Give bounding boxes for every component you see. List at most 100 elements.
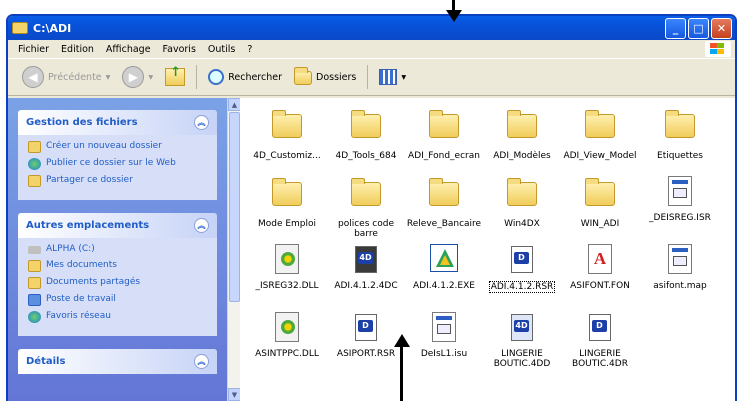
toolbar: ◀ Précédente ▾ ▶ ▾ ↑ Rechercher Dossiers… <box>8 59 735 96</box>
file-item[interactable]: ADI_View_Model <box>559 108 641 161</box>
network-icon <box>28 311 41 323</box>
menu-edition[interactable]: Edition <box>61 44 94 55</box>
shared-folder-icon <box>28 277 41 289</box>
doc-icon <box>428 312 460 344</box>
chevron-down-icon: ▾ <box>105 71 111 83</box>
details-header[interactable]: Détails ︽ <box>18 349 217 374</box>
explorer-window: C:\ADI _ □ ✕ Fichier Edition Affichage F… <box>6 14 737 401</box>
dll-icon <box>271 244 303 276</box>
task-label: Publier ce dossier sur le Web <box>46 158 176 168</box>
file-name-label: ADI.4.1.2.RSR <box>488 281 556 293</box>
chevron-down-icon: ▾ <box>401 71 407 83</box>
place-my-documents[interactable]: Mes documents <box>28 260 209 272</box>
file-item[interactable]: ADI_Fond_ecran <box>403 108 485 161</box>
other-places-header[interactable]: Autres emplacements ︽ <box>18 213 217 238</box>
folder-icon <box>350 110 382 146</box>
file-tasks-header[interactable]: Gestion des fichiers ︽ <box>18 110 217 135</box>
back-label: Précédente <box>48 71 102 83</box>
menu-outils[interactable]: Outils <box>208 44 235 55</box>
menu-fichier[interactable]: Fichier <box>18 44 49 55</box>
file-item[interactable]: polices code barre <box>325 176 407 239</box>
forward-button[interactable]: ▶ ▾ <box>118 64 157 90</box>
folders-label: Dossiers <box>316 71 357 83</box>
file-item[interactable]: WIN_ADI <box>559 176 641 229</box>
collapse-chevron-icon[interactable]: ︽ <box>194 218 209 233</box>
file-item[interactable]: 4D_Customiz... <box>246 108 328 161</box>
task-new-folder[interactable]: Créer un nouveau dossier <box>28 141 209 153</box>
file-item[interactable]: _DEISREG.ISR <box>639 176 721 223</box>
task-label: Partager ce dossier <box>46 175 133 185</box>
file-name-label: _DEISREG.ISR <box>649 213 711 223</box>
doc-icon <box>664 244 696 276</box>
task-share-folder[interactable]: Partager ce dossier <box>28 175 209 187</box>
back-button[interactable]: ◀ Précédente ▾ <box>18 64 114 90</box>
chevron-down-icon: ▾ <box>148 71 154 83</box>
place-network[interactable]: Favoris réseau <box>28 311 209 323</box>
scroll-thumb[interactable] <box>229 112 240 302</box>
up-folder-button[interactable]: ↑ <box>161 65 189 88</box>
file-name-label: 4D_Tools_684 <box>335 151 397 161</box>
file-item[interactable]: 4D ADI.4.1.2.4DC <box>325 244 407 291</box>
computer-icon <box>28 294 41 306</box>
search-button[interactable]: Rechercher <box>204 67 286 87</box>
file-item[interactable]: D LINGERIE BOUTIC.4DR <box>559 312 641 369</box>
task-publish-web[interactable]: Publier ce dossier sur le Web <box>28 158 209 170</box>
file-item[interactable]: 4D LINGERIE BOUTIC.4DD <box>481 312 563 369</box>
place-drive-c[interactable]: ALPHA (C:) <box>28 244 209 255</box>
file-name-label: Releve_Bancaire <box>406 219 482 229</box>
file-item[interactable]: ADI_Modèles <box>481 108 563 161</box>
file-item[interactable]: Etiquettes <box>639 108 721 161</box>
menu-help[interactable]: ? <box>247 44 252 55</box>
folder-icon <box>664 110 696 146</box>
search-icon <box>208 69 225 85</box>
drive-icon <box>28 246 41 254</box>
file-name-label: DeIsL1.isu <box>420 349 468 359</box>
menu-affichage[interactable]: Affichage <box>106 44 151 55</box>
globe-icon <box>28 158 41 170</box>
file-item[interactable]: ASINTPPC.DLL <box>246 312 328 359</box>
file-name-label: _ISREG32.DLL <box>255 281 319 291</box>
file-name-label: LINGERIE BOUTIC.4DR <box>572 349 628 369</box>
file-item[interactable]: Win4DX <box>481 176 563 229</box>
file-item[interactable]: ADI.4.1.2.EXE <box>403 244 485 291</box>
details-panel: Détails ︽ <box>18 349 217 374</box>
file-item[interactable]: Mode Emploi <box>246 176 328 229</box>
menu-bar: Fichier Edition Affichage Favoris Outils… <box>8 40 735 59</box>
file-name-label: ADI.4.1.2.EXE <box>413 281 475 291</box>
file-item[interactable]: asifont.map <box>639 244 721 291</box>
folder-icon <box>506 178 538 214</box>
minimize-button[interactable]: _ <box>665 17 686 39</box>
place-label: Favoris réseau <box>46 311 111 321</box>
title-bar[interactable]: C:\ADI _ □ ✕ <box>8 16 735 40</box>
task-label: Créer un nouveau dossier <box>46 141 162 151</box>
file-item[interactable]: D ADI.4.1.2.RSR <box>481 244 563 293</box>
file-item[interactable]: DeIsL1.isu <box>403 312 485 359</box>
place-shared-documents[interactable]: Documents partagés <box>28 277 209 289</box>
file-list: 4D_Customiz... 4D_Tools_684 ADI_Fond_ecran… <box>240 98 735 401</box>
4d-resource-icon: D <box>350 312 382 344</box>
window-title: C:\ADI <box>33 21 72 35</box>
file-item[interactable]: A ASIFONT.FON <box>559 244 641 291</box>
place-my-computer[interactable]: Poste de travail <box>28 294 209 306</box>
menu-favoris[interactable]: Favoris <box>163 44 196 55</box>
collapse-chevron-icon[interactable]: ︽ <box>194 115 209 130</box>
folder-icon <box>350 178 382 214</box>
folders-button[interactable]: Dossiers <box>290 67 360 87</box>
search-label: Rechercher <box>228 71 283 83</box>
file-item[interactable]: _ISREG32.DLL <box>246 244 328 291</box>
file-item[interactable]: Releve_Bancaire <box>403 176 485 229</box>
maximize-button[interactable]: □ <box>688 17 709 39</box>
collapse-chevron-icon[interactable]: ︽ <box>194 354 209 369</box>
font-icon: A <box>584 244 616 276</box>
views-button[interactable]: ▾ <box>375 67 410 87</box>
file-name-label: LINGERIE BOUTIC.4DD <box>493 349 551 369</box>
task-pane-scrollbar[interactable]: ▲ ▼ <box>227 98 241 401</box>
folder-icon <box>506 110 538 146</box>
task-pane: Gestion des fichiers ︽ Créer un nouveau … <box>8 98 227 401</box>
close-button[interactable]: ✕ <box>711 17 732 39</box>
file-item[interactable]: 4D_Tools_684 <box>325 108 407 161</box>
views-grid-icon <box>379 69 398 85</box>
4d-resource-icon: D <box>584 312 616 344</box>
place-label: Documents partagés <box>46 277 141 287</box>
file-name-label: polices code barre <box>338 219 394 239</box>
